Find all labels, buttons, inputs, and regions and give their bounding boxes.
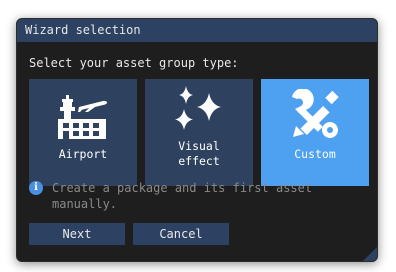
asset-group-prompt: Select your asset group type:: [29, 56, 239, 70]
info-icon: i: [29, 181, 43, 195]
airport-icon: [58, 95, 107, 139]
tile-airport-label: Airport: [58, 147, 108, 161]
tile-visual-effect[interactable]: Visual effect: [145, 79, 253, 186]
wizard-selection-dialog: Wizard selection Select your asset group…: [16, 18, 378, 262]
tile-visual-effect-label: Visual effect: [178, 139, 220, 168]
tile-custom[interactable]: Custom: [261, 79, 369, 186]
info-message: Create a package and its first asset man…: [52, 181, 313, 211]
tile-airport[interactable]: Airport: [29, 79, 137, 186]
next-button[interactable]: Next: [29, 223, 125, 245]
tile-custom-label: Custom: [294, 147, 336, 161]
dialog-title: Wizard selection: [25, 23, 141, 37]
cancel-button[interactable]: Cancel: [133, 223, 229, 245]
resize-grip[interactable]: [363, 247, 377, 261]
sparkles-icon: [175, 86, 221, 130]
tools-icon: [292, 89, 339, 138]
title-bar[interactable]: Wizard selection: [17, 19, 377, 42]
